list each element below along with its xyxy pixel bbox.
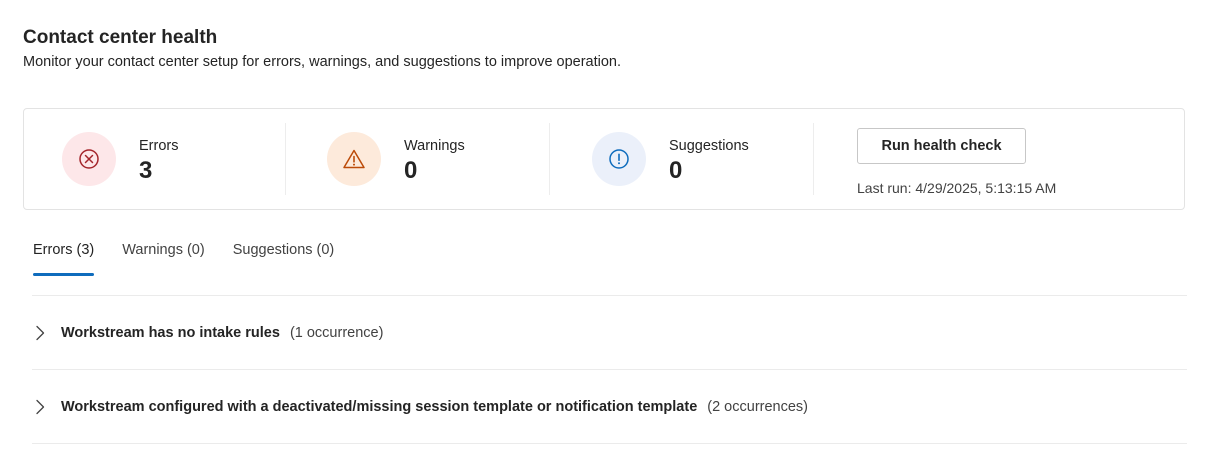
stat-divider bbox=[285, 123, 286, 195]
warning-triangle-icon bbox=[327, 132, 381, 186]
tab-warnings[interactable]: Warnings (0) bbox=[122, 232, 204, 276]
tab-errors[interactable]: Errors (3) bbox=[33, 232, 95, 276]
suggestions-label: Suggestions bbox=[669, 137, 749, 154]
warnings-count: 0 bbox=[404, 156, 418, 184]
health-page: Contact center health Monitor your conta… bbox=[0, 0, 1212, 461]
suggestions-stat: Suggestions 0 bbox=[592, 109, 749, 209]
tab-bar: Errors (3) Warnings (0) Suggestions (0) bbox=[33, 232, 362, 276]
last-run-timestamp: Last run: 4/29/2025, 5:13:15 AM bbox=[857, 180, 1057, 196]
error-circle-icon bbox=[62, 132, 116, 186]
issue-occurrence-count: (1 occurrence) bbox=[289, 324, 384, 341]
errors-label: Errors bbox=[139, 137, 179, 154]
errors-count: 3 bbox=[139, 156, 153, 184]
issue-row[interactable]: Workstream configured with a deactivated… bbox=[32, 370, 1187, 444]
info-circle-icon bbox=[592, 132, 646, 186]
warnings-label: Warnings bbox=[404, 137, 465, 154]
issue-list: Workstream has no intake rules (1 occurr… bbox=[32, 295, 1187, 444]
tab-suggestions[interactable]: Suggestions (0) bbox=[233, 232, 335, 276]
issue-occurrence-count: (2 occurrences) bbox=[707, 398, 808, 415]
chevron-right-icon[interactable] bbox=[35, 325, 51, 341]
issue-title: Workstream has no intake rules bbox=[61, 324, 280, 341]
page-title: Contact center health bbox=[23, 27, 218, 48]
suggestions-count: 0 bbox=[669, 156, 683, 184]
warnings-stat: Warnings 0 bbox=[327, 109, 465, 209]
issue-title: Workstream configured with a deactivated… bbox=[61, 398, 698, 415]
stat-divider bbox=[813, 123, 814, 195]
issue-row[interactable]: Workstream has no intake rules (1 occurr… bbox=[32, 296, 1187, 370]
errors-stat: Errors 3 bbox=[62, 109, 178, 209]
summary-card: Errors 3 Warnings 0 Suggestions 0 Run he… bbox=[23, 108, 1185, 210]
page-subtitle: Monitor your contact center setup for er… bbox=[23, 54, 622, 70]
chevron-right-icon[interactable] bbox=[35, 399, 51, 415]
stat-divider bbox=[549, 123, 550, 195]
run-health-check-button[interactable]: Run health check bbox=[857, 128, 1026, 164]
